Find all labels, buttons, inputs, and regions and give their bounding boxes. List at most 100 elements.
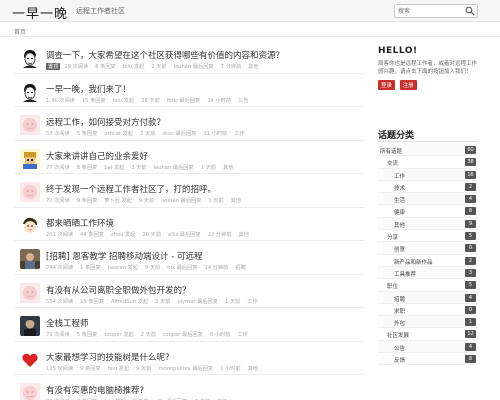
category-item[interactable]: 技术 2 (378, 181, 478, 194)
topic-meta-item[interactable]: 其他 (231, 198, 241, 204)
topic-row[interactable]: 有没有从公司离职全职做外包开发的？ 554 次阅读 15 条回复 AlfredSun … (14, 275, 364, 308)
topic-row[interactable]: 有没有实惠的电脑椅推荐?88 次阅读6 条回复tsiu 发起5 天前ellis … (14, 375, 364, 400)
login-button[interactable]: 登录 (378, 80, 396, 90)
category-label: 其他 (394, 222, 406, 229)
category-item[interactable]: 公告 4 (378, 340, 478, 354)
category-item[interactable]: 交流 38 (378, 156, 478, 169)
topic-meta-item[interactable]: olymor 最后回复 (177, 299, 217, 305)
topic-meta-item[interactable]: leuhan 最后回复 (161, 198, 201, 204)
topic-row[interactable]: 大家来讲讲自己的业余爱好 77 次阅读 8 条回复 bal 发起 3 天前 leuhan … (14, 141, 364, 174)
topic-row[interactable]: 大家最想学习的技能树是什么呢? 115 次阅读 9 条回复 tsiu 发起 9 天前 mo… (14, 342, 364, 375)
topic-row[interactable]: [招聘] 恩客教学 招聘移动端设计 - 可远程 244 次阅读 1 条回复 haora… (14, 241, 364, 275)
category-item[interactable]: 反馈 8 (378, 353, 478, 366)
topic-meta-item[interactable]: 招聘 (235, 265, 245, 271)
avatar[interactable] (20, 182, 40, 202)
topic-row[interactable]: 都来晒晒工作环境 201 次阅读 44 条回复 zhou 发起 20 天前 ellis 最… (14, 208, 364, 241)
topic-title[interactable]: 全栈工程师 (46, 317, 89, 329)
category-item[interactable]: 生活 4 (378, 193, 478, 206)
topic-meta-item[interactable]: czoper 最后回复 (163, 332, 203, 338)
topic-title[interactable]: 远程工作，如何接受对方付款？ (46, 116, 165, 128)
search-icon[interactable] (465, 6, 475, 16)
category-item[interactable]: 分享 5 (378, 230, 478, 243)
avatar[interactable] (20, 215, 40, 236)
topic-meta-item: 71 次阅读 (46, 332, 70, 338)
topic-meta-item[interactable]: leuhan 最后回复 (154, 165, 194, 171)
topic-meta-item[interactable]: haoran 发起 (108, 265, 138, 271)
avatar[interactable] (20, 48, 40, 68)
topic-meta-item[interactable]: 工作 (247, 299, 257, 305)
topic-title[interactable]: [招聘] 恩客教学 招聘移动端设计 - 可远程 (46, 250, 203, 262)
avatar[interactable] (20, 115, 40, 135)
topic-row[interactable]: 全栈工程师 71 次阅读 5 条回复 czoper 发起 2 天前 czoper 最后回复… (14, 308, 364, 342)
topic-title[interactable]: 终于发现一个远程工作者社区了，打的招呼。 (46, 183, 216, 195)
topic-meta-item[interactable]: tsiu 发起 (108, 366, 130, 372)
breadcrumb[interactable]: 首页 (14, 27, 26, 36)
topic-meta-item[interactable]: 工作 (234, 131, 244, 137)
topic-meta-item[interactable]: 公告 (238, 98, 248, 104)
topic-meta-item[interactable]: 其他 (223, 165, 233, 171)
category-item[interactable]: 工作 16 (378, 168, 478, 181)
category-item[interactable]: 创意 0 (378, 242, 478, 255)
topic-meta: 77 次阅读 8 条回复 bal 发起 3 天前 leuhan 最后回复 1 天前 其他 (46, 164, 240, 171)
topic-meta-item[interactable]: 其他 (239, 232, 249, 238)
topic-title[interactable]: 都来晒晒工作环境 (46, 217, 114, 229)
topic-title[interactable]: 调查一下，大家希望在这个社区获得哪些有价值的内容和资源？ (46, 49, 284, 61)
category-count-badge: 5 (465, 232, 476, 241)
topic-meta-item[interactable]: 其他 (248, 64, 258, 70)
topic-meta-item[interactable]: hjx 最后回复 (167, 265, 197, 271)
topic-meta-item: 554 次阅读 (46, 298, 74, 305)
topic-row[interactable]: 远程工作，如何接受对方付款？ 53 次阅读 5 条回复 orficat 发起 3 天前 s… (14, 107, 364, 141)
topic-meta-item[interactable]: ellis 最后回复 (168, 232, 201, 238)
topic-title[interactable]: 大家来讲讲自己的业余爱好 (46, 150, 148, 162)
category-label: 职位 (387, 284, 399, 291)
avatar[interactable] (20, 349, 40, 370)
topic-meta-item[interactable]: 萝卜丝 发起 (104, 198, 132, 204)
category-item[interactable]: 外包 1 (378, 316, 478, 329)
category-item[interactable]: 所有话题 60 (378, 144, 478, 157)
category-item[interactable]: 工具推荐 3 (378, 266, 478, 280)
topic-meta-item[interactable]: skuc 最后回复 (162, 131, 196, 137)
topic-meta-item[interactable]: 工作 (237, 332, 247, 338)
topic-meta-item[interactable]: leuhan 最后回复 (174, 64, 214, 70)
topic-title[interactable]: 一早一晚，我们来了！ (46, 83, 131, 95)
topic-title[interactable]: 大家最想学习的技能树是什么呢? (46, 351, 170, 363)
avatar[interactable] (20, 316, 40, 336)
category-item[interactable]: 健康 8 (378, 205, 478, 218)
search-input[interactable] (398, 6, 458, 16)
avatar[interactable] (20, 81, 40, 102)
topic-meta-item[interactable]: orficat 发起 (104, 131, 133, 137)
site-logo[interactable]: 一早一晚 (12, 3, 68, 22)
topic-meta-item: 72 次阅读 (46, 198, 70, 204)
avatar[interactable] (20, 249, 40, 269)
topic-meta-item[interactable]: moonpolltex 最后回复 (158, 366, 213, 372)
topic-meta-item[interactable]: 其他 (248, 366, 258, 372)
topic-meta-item[interactable]: AlfredSun 发起 (111, 299, 148, 305)
category-item[interactable]: 社区发展 12 (378, 328, 478, 341)
category-label: 求职 (394, 308, 406, 315)
topic-meta-item[interactable]: fitlic 最后回复 (167, 98, 200, 104)
category-item[interactable]: 其他 9 (378, 217, 478, 231)
topic-row[interactable]: 一早一晚，我们来了！ 1.3K 次阅读 15 条回复 tsiu 发起 28 天前 fitl… (14, 74, 364, 107)
topic-meta-item: 1 天前 (224, 298, 241, 305)
category-item[interactable]: 招聘 4 (378, 291, 478, 304)
category-item[interactable]: 新产品和新作品 2 (378, 255, 478, 267)
topic-meta-item[interactable]: tsiu 发起 (123, 64, 145, 70)
topic-meta: 53 次阅读 5 条回复 orficat 发起 3 天前 skuc 最后回复 21 小时前… (46, 130, 252, 137)
topic-meta-item[interactable]: zhou 发起 (111, 232, 136, 238)
topic-meta-item[interactable]: bal 发起 (104, 165, 124, 171)
register-button[interactable]: 注册 (399, 80, 417, 90)
topic-row[interactable]: 终于发现一个远程工作者社区了，打的招呼。 72 次阅读 9 条回复 萝卜丝 发起 9 天… (14, 174, 364, 208)
topic-list: 调查一下，大家希望在这个社区获得哪些有价值的内容和资源？ 置顶 19 次阅读 8 条回… (14, 40, 364, 400)
avatar[interactable] (20, 383, 40, 400)
topic-title[interactable]: 有没有实惠的电脑椅推荐? (46, 384, 144, 396)
topic-meta-item: 7 分钟前 (220, 64, 242, 70)
topic-meta-item[interactable]: tsiu 发起 (113, 98, 135, 104)
avatar[interactable] (20, 148, 40, 169)
category-item[interactable]: 职位 5 (378, 279, 478, 292)
topic-row[interactable]: 调查一下，大家希望在这个社区获得哪些有价值的内容和资源？ 置顶 19 次阅读 8 条回… (14, 40, 364, 74)
category-item[interactable]: 求职 0 (378, 304, 478, 317)
topic-meta-item[interactable]: czoper 发起 (104, 332, 133, 338)
search-box[interactable] (394, 4, 478, 18)
avatar[interactable] (20, 282, 40, 303)
topic-title[interactable]: 有没有从公司离职全职做外包开发的？ (46, 284, 191, 296)
